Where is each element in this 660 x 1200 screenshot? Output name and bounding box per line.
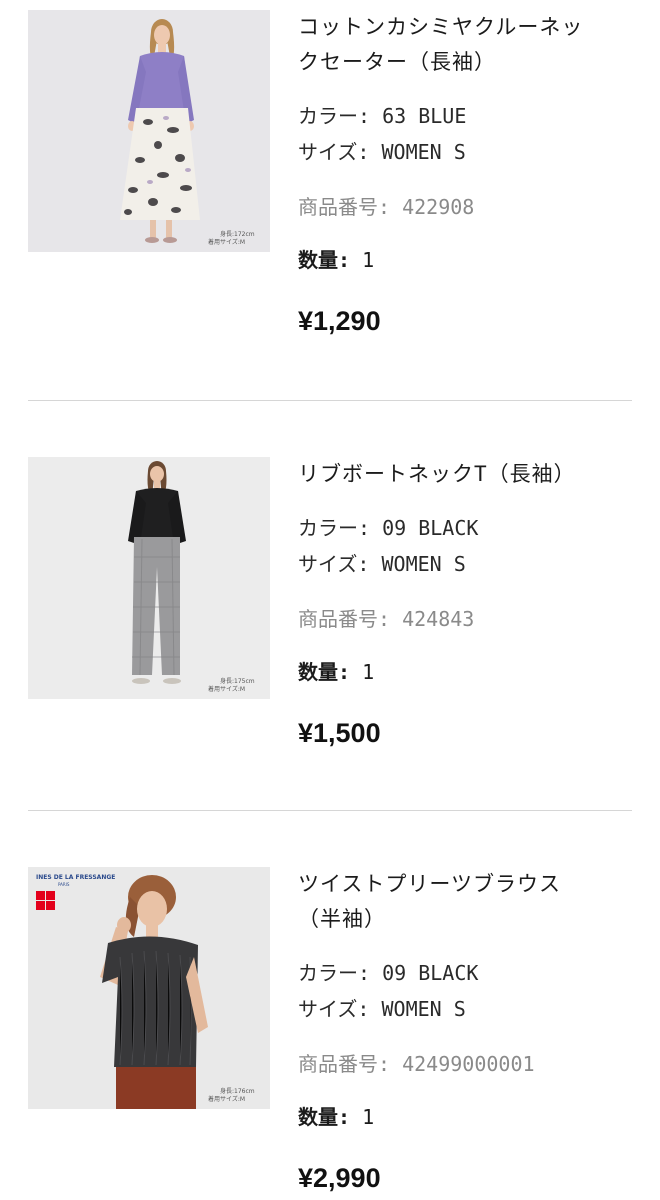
quantity-value: 1	[362, 1105, 375, 1129]
product-image[interactable]: 身長:175cm 着用サイズ:M	[28, 457, 270, 699]
quantity-label: 数量:	[298, 248, 351, 272]
product-number: 商品番号: 42499000001	[298, 1052, 535, 1076]
product-price: ¥1,290	[298, 306, 381, 336]
product-price: ¥1,500	[298, 718, 381, 748]
product-name-line: クセーター（長袖）	[298, 50, 496, 74]
product-color: カラー: 09 BLACK	[298, 516, 479, 540]
quantity-value: 1	[362, 248, 375, 272]
product-photo: INES DE LA FRESSANGE PARIS 身長:176cm 着用サイ…	[28, 867, 270, 1109]
photo-caption: 着用サイズ:M	[208, 685, 245, 693]
product-info: リブボートネックT（長袖） カラー: 09 BLACK サイズ: WOMEN S…	[298, 457, 638, 750]
product-name-line: ツイストプリーツブラウス	[298, 872, 561, 896]
collab-logo-sub: PARIS	[58, 882, 70, 887]
product-name[interactable]: コットンカシミヤクルーネッ クセーター（長袖）	[298, 10, 638, 80]
product-number: 商品番号: 424843	[298, 607, 475, 631]
product-size: サイズ: WOMEN S	[298, 552, 466, 576]
product-photo: 身長:175cm 着用サイズ:M	[28, 457, 270, 699]
cart-item-list: 身長:172cm 着用サイズ:M コットンカシミヤクルーネッ クセーター（長袖）…	[0, 0, 660, 1200]
product-name-line: リブボートネックT（長袖）	[298, 462, 576, 486]
quantity: 数量: 1	[298, 657, 638, 687]
photo-caption: 身長:175cm	[220, 677, 255, 685]
product-image[interactable]: 身長:172cm 着用サイズ:M	[28, 10, 270, 252]
photo-caption: 身長:176cm	[220, 1087, 255, 1095]
product-info: ツイストプリーツブラウス （半袖） カラー: 09 BLACK サイズ: WOM…	[298, 867, 638, 1195]
product-info: コットンカシミヤクルーネッ クセーター（長袖） カラー: 63 BLUE サイズ…	[298, 10, 638, 338]
product-size: サイズ: WOMEN S	[298, 997, 466, 1021]
quantity-label: 数量:	[298, 1105, 351, 1129]
product-size: サイズ: WOMEN S	[298, 140, 466, 164]
item-divider	[28, 400, 632, 401]
product-name-line: コットンカシミヤクルーネッ	[298, 15, 584, 39]
quantity-value: 1	[362, 660, 375, 684]
product-name[interactable]: リブボートネックT（長袖）	[298, 457, 638, 492]
product-name-line: （半袖）	[298, 907, 386, 931]
product-photo: 身長:172cm 着用サイズ:M	[28, 10, 270, 252]
product-price: ¥2,990	[298, 1163, 381, 1193]
quantity: 数量: 1	[298, 1102, 638, 1132]
photo-caption: 着用サイズ:M	[208, 1095, 245, 1103]
product-number: 商品番号: 422908	[298, 195, 475, 219]
product-color: カラー: 63 BLUE	[298, 104, 467, 128]
collab-logo: INES DE LA FRESSANGE	[36, 874, 115, 881]
product-color: カラー: 09 BLACK	[298, 961, 479, 985]
quantity: 数量: 1	[298, 245, 638, 275]
product-name[interactable]: ツイストプリーツブラウス （半袖）	[298, 867, 638, 937]
photo-caption: 着用サイズ:M	[208, 238, 245, 246]
photo-caption: 身長:172cm	[220, 230, 255, 238]
product-image[interactable]: INES DE LA FRESSANGE PARIS 身長:176cm 着用サイ…	[28, 867, 270, 1109]
item-divider	[28, 810, 632, 811]
quantity-label: 数量:	[298, 660, 351, 684]
